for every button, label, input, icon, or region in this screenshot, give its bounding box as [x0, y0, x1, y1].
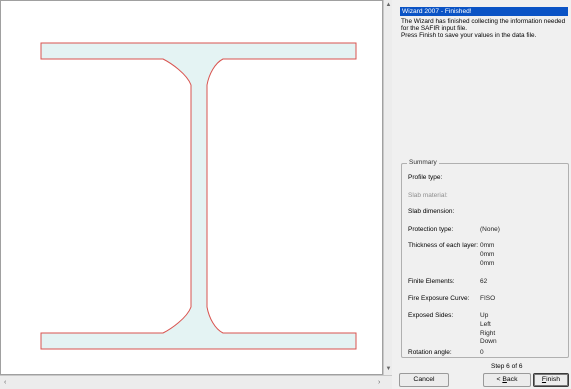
i-beam-profile	[40, 42, 357, 350]
summary-value: Right	[480, 329, 496, 337]
summary-label: Exposed Sides:	[408, 312, 454, 319]
cancel-button-label: Cancel	[413, 376, 435, 383]
summary-label: Finite Elements:	[408, 278, 455, 285]
back-rest: ack	[506, 376, 518, 383]
summary-label: Slab material:	[408, 192, 448, 199]
summary-value: Left	[480, 320, 491, 328]
wizard-panel: Wizard 2007 - Finished! The Wizard has f…	[395, 0, 571, 389]
summary-value: 0mm	[480, 250, 495, 258]
summary-value: Down	[480, 338, 497, 346]
scroll-right-icon[interactable]: ›	[378, 379, 380, 387]
horizontal-scrollbar[interactable]: ‹ ›	[0, 375, 392, 389]
step-indicator: Step 6 of 6	[491, 363, 523, 370]
wizard-title: Wizard 2007 - Finished!	[400, 7, 568, 16]
back-button[interactable]: < Back	[483, 373, 531, 387]
i-beam-drawing	[40, 42, 357, 350]
summary-label: Rotation angle:	[408, 349, 452, 356]
wizard-message-text: The Wizard has finished collecting the i…	[401, 18, 566, 40]
scroll-up-icon[interactable]: ▲	[385, 2, 392, 9]
scroll-down-icon[interactable]: ▼	[385, 366, 392, 373]
summary-value: 0	[480, 349, 484, 356]
summary-legend: Summary	[407, 159, 439, 166]
summary-value: (None)	[480, 226, 500, 233]
summary-label: Protection type:	[408, 226, 454, 233]
summary-value: 0mm	[480, 259, 495, 267]
summary-value: 0mm	[480, 242, 495, 249]
summary-label: Profile type:	[408, 174, 443, 181]
cancel-button[interactable]: Cancel	[399, 373, 449, 387]
summary-value: Up	[480, 312, 489, 319]
vertical-scrollbar[interactable]: ▲ ▼	[383, 0, 392, 375]
summary-label: Slab dimension:	[408, 208, 455, 215]
summary-value: 62	[480, 278, 488, 285]
summary-group: Summary Profile type: Slab material: Slab …	[401, 159, 569, 358]
finish-button[interactable]: Finish	[533, 373, 569, 387]
wizard-message: The Wizard has finished collecting the i…	[401, 18, 569, 40]
summary-label: Thickness of each layer:	[408, 242, 479, 249]
summary-value: FISO	[480, 295, 496, 302]
profile-canvas[interactable]	[0, 0, 383, 375]
summary-label: Fire Exposure Curve:	[408, 295, 470, 302]
finish-rest: inish	[546, 376, 561, 383]
scroll-left-icon[interactable]: ‹	[4, 379, 6, 387]
